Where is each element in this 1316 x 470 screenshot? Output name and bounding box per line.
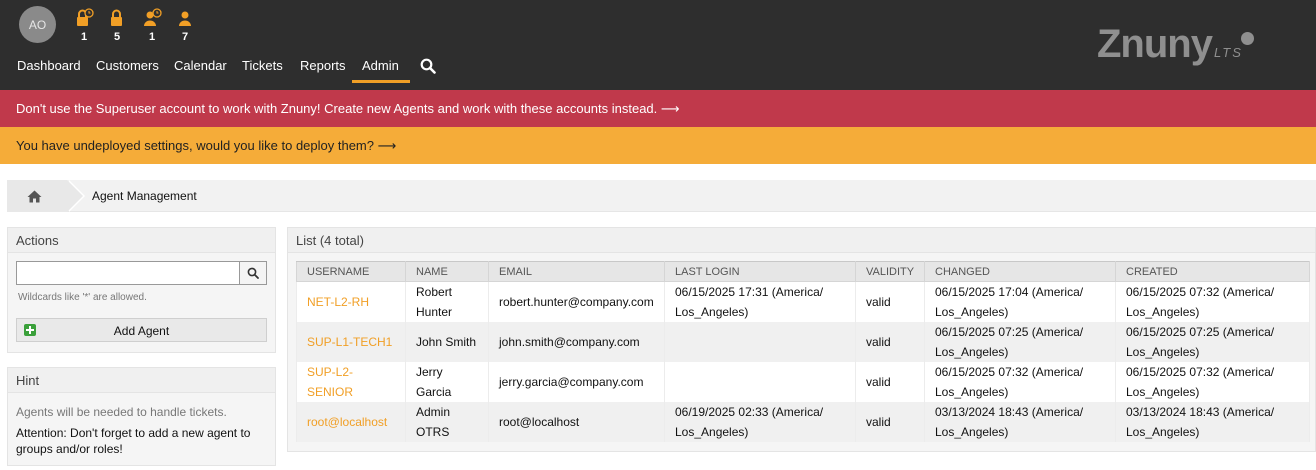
logo-dot-icon — [1240, 32, 1254, 45]
undeployed-settings-notice[interactable]: You have undeployed settings, would you … — [0, 127, 1316, 164]
agent-validity: valid — [855, 322, 925, 362]
agent-last-login: 06/15/2025 17:31 (America/ Los_Angeles) — [664, 281, 856, 322]
agent-created: 06/15/2025 07:25 (America/ Los_Angeles) — [1115, 322, 1310, 362]
add-agent-button[interactable]: Add Agent — [16, 318, 267, 342]
breadcrumb-separator-arrow — [67, 180, 83, 212]
lock-clock-icon — [77, 8, 94, 26]
search-icon — [247, 267, 259, 279]
add-agent-label: Add Agent — [113, 324, 170, 338]
hint-panel: Hint Agents will be needed to handle tic… — [7, 367, 276, 466]
locked-reminder-tickets[interactable]: 1 — [74, 8, 94, 43]
column-header-last-login[interactable]: LAST LOGIN — [664, 261, 856, 282]
responsible-tickets[interactable]: 7 — [175, 8, 195, 43]
column-header-username[interactable]: USERNAME — [296, 261, 406, 282]
nav-customers[interactable]: Customers — [96, 55, 159, 83]
nav-admin[interactable]: Admin — [352, 55, 410, 83]
column-header-created[interactable]: CREATED — [1115, 261, 1310, 282]
agent-username-link[interactable]: NET-L2-RH — [296, 281, 406, 322]
agent-name: John Smith — [405, 322, 489, 362]
undeployed-settings-text: You have undeployed settings, would you … — [16, 137, 397, 153]
column-header-name[interactable]: NAME — [405, 261, 489, 282]
avatar[interactable]: AO — [19, 6, 56, 43]
superuser-warning-notice[interactable]: Don't use the Superuser account to work … — [0, 90, 1316, 127]
agent-changed: 06/15/2025 17:04 (America/ Los_Angeles) — [924, 281, 1116, 322]
table-row[interactable]: SUP-L1-TECH1 John Smith john.smith@compa… — [296, 322, 1310, 362]
znuny-logo: Znuny LTS — [1097, 22, 1254, 67]
agent-search-button[interactable] — [239, 261, 267, 285]
agent-table: USERNAME NAME EMAIL LAST LOGIN VALIDITY … — [296, 261, 1310, 442]
actions-panel: Actions Wildcards like '*' are allowed. … — [7, 227, 276, 353]
agent-created: 03/13/2024 18:43 (America/ Los_Angeles) — [1115, 402, 1310, 442]
responsible-reminder-tickets[interactable]: 1 — [142, 8, 162, 43]
column-header-email[interactable]: EMAIL — [488, 261, 665, 282]
agent-email: jerry.garcia@company.com — [488, 362, 665, 402]
count-badge: 1 — [80, 31, 88, 43]
agent-created: 06/15/2025 07:32 (America/ Los_Angeles) — [1115, 281, 1310, 322]
agent-validity: valid — [855, 402, 925, 442]
count-badge: 1 — [148, 31, 156, 43]
agent-name: Robert Hunter — [405, 281, 489, 322]
count-badge: 5 — [113, 31, 121, 43]
person-clock-icon — [144, 8, 162, 26]
actions-title: Actions — [8, 228, 275, 253]
agent-search — [16, 261, 267, 285]
agent-created: 06/15/2025 07:32 (America/ Los_Angeles) — [1115, 362, 1310, 402]
breadcrumb-home[interactable] — [7, 180, 67, 212]
lock-icon — [111, 9, 122, 26]
agent-username-link[interactable]: SUP-L1-TECH1 — [296, 322, 406, 362]
agent-name: Admin OTRS — [405, 402, 489, 442]
logo-suffix: LTS — [1213, 45, 1243, 60]
hint-attention: Attention: Don't forget to add a new age… — [16, 426, 251, 456]
home-icon — [27, 190, 41, 202]
table-row[interactable]: SUP-L2- SENIOR Jerry Garcia jerry.garcia… — [296, 362, 1310, 402]
logo-text: Znuny — [1097, 22, 1213, 66]
agent-username-link[interactable]: root@localhost — [296, 402, 406, 442]
top-header: AO 1 5 1 7 Dashboard Customers Calendar … — [0, 0, 1316, 90]
count-badge: 7 — [181, 31, 189, 43]
agent-list-panel: List (4 total) USERNAME NAME EMAIL LAST … — [287, 227, 1316, 452]
table-row[interactable]: root@localhost Admin OTRS root@localhost… — [296, 402, 1310, 442]
search-icon — [420, 58, 436, 74]
column-header-validity[interactable]: VALIDITY — [855, 261, 925, 282]
agent-last-login — [664, 362, 856, 402]
wildcard-hint: Wildcards like '*' are allowed. — [18, 292, 147, 303]
agent-email: robert.hunter@company.com — [488, 281, 665, 322]
agent-changed: 03/13/2024 18:43 (America/ Los_Angeles) — [924, 402, 1116, 442]
person-icon — [179, 11, 191, 26]
agent-changed: 06/15/2025 07:25 (America/ Los_Angeles) — [924, 322, 1116, 362]
nav-dashboard[interactable]: Dashboard — [17, 55, 81, 83]
superuser-warning-text: Don't use the Superuser account to work … — [16, 100, 680, 116]
breadcrumb-current: Agent Management — [92, 189, 197, 203]
hint-title: Hint — [8, 368, 275, 393]
nav-tickets[interactable]: Tickets — [242, 55, 283, 83]
agent-validity: valid — [855, 362, 925, 402]
agent-validity: valid — [855, 281, 925, 322]
agent-username-link[interactable]: SUP-L2- SENIOR — [296, 362, 406, 402]
nav-reports[interactable]: Reports — [300, 55, 346, 83]
locked-tickets[interactable]: 5 — [107, 8, 127, 43]
agent-name: Jerry Garcia — [405, 362, 489, 402]
agent-changed: 06/15/2025 07:32 (America/ Los_Angeles) — [924, 362, 1116, 402]
agent-email: john.smith@company.com — [488, 322, 665, 362]
nav-search-button[interactable] — [420, 58, 436, 77]
hint-text: Agents will be needed to handle tickets. — [16, 405, 227, 419]
column-header-changed[interactable]: CHANGED — [924, 261, 1116, 282]
agent-last-login: 06/19/2025 02:33 (America/ Los_Angeles) — [664, 402, 856, 442]
agent-search-input[interactable] — [16, 261, 240, 285]
table-header-row: USERNAME NAME EMAIL LAST LOGIN VALIDITY … — [296, 261, 1310, 282]
table-row[interactable]: NET-L2-RH Robert Hunter robert.hunter@co… — [296, 281, 1310, 322]
agent-last-login — [664, 322, 856, 362]
nav-calendar[interactable]: Calendar — [174, 55, 227, 83]
agent-email: root@localhost — [488, 402, 665, 442]
list-title: List (4 total) — [288, 228, 1315, 253]
breadcrumb: Agent Management — [7, 180, 1316, 212]
